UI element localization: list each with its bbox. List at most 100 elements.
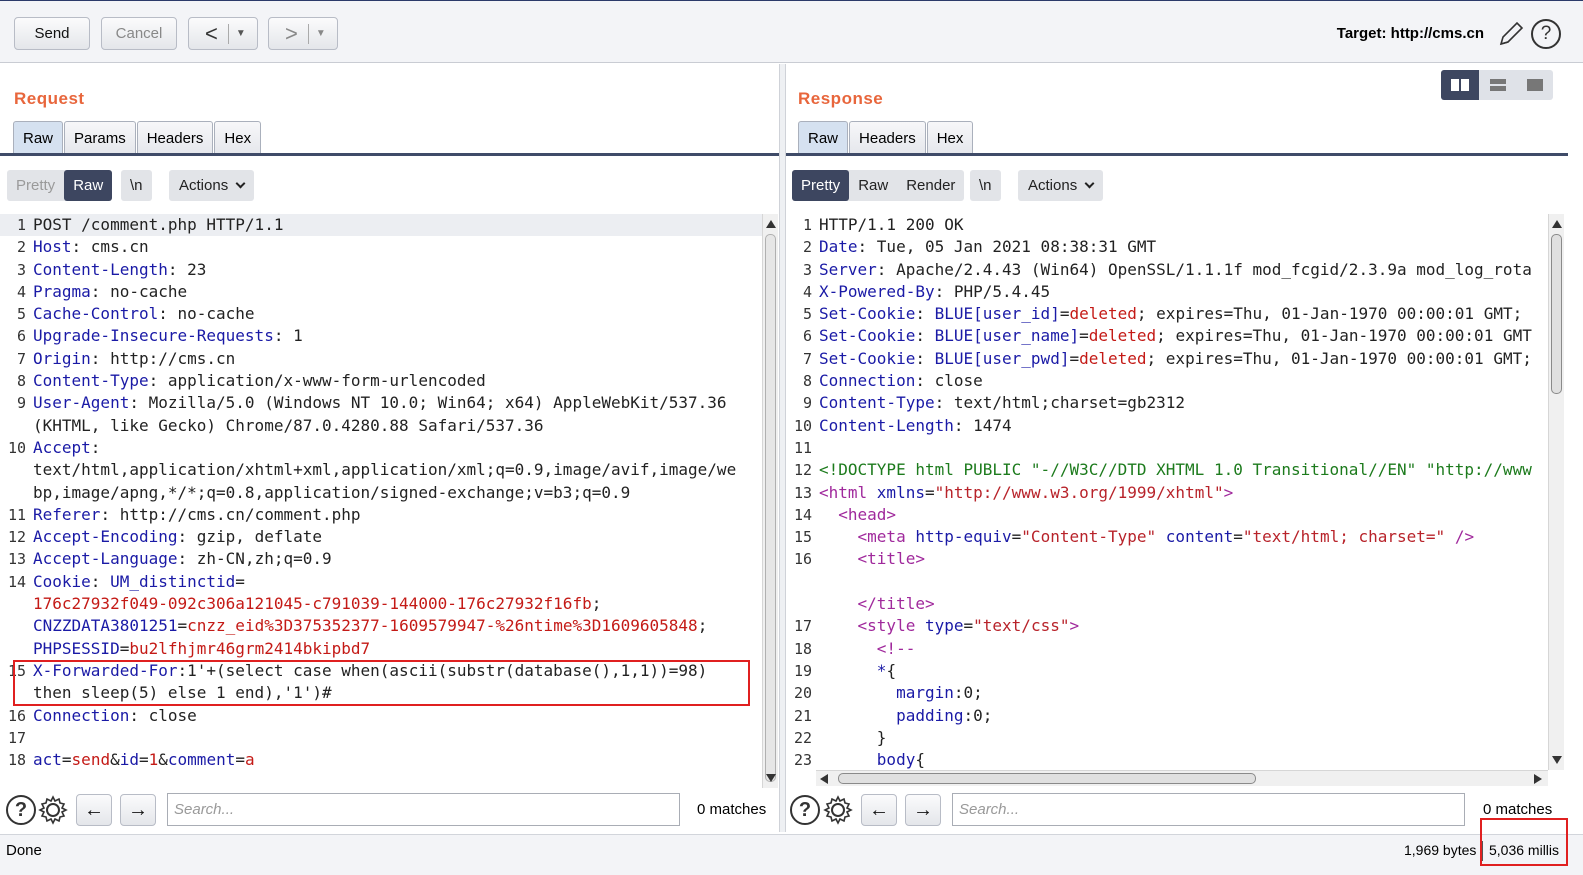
pencil-icon[interactable] [1497, 20, 1525, 48]
request-gear-icon[interactable] [37, 794, 69, 826]
response-actions-menu[interactable]: Actions [1018, 170, 1104, 201]
line-text: Connection: close [819, 370, 983, 392]
token: : close [129, 705, 197, 725]
response-editor[interactable]: 1 HTTP/1.1 200 OK 2 Date: Tue, 05 Jan 2021 … [786, 214, 1548, 770]
request-tab-rule [0, 153, 779, 156]
request-tab-params[interactable]: Params [64, 121, 136, 154]
request-tab-raw[interactable]: Raw [13, 121, 64, 154]
line-number: 21 [793, 706, 812, 725]
token: deleted [1088, 326, 1157, 346]
request-tab-hex[interactable]: Hex [214, 121, 262, 154]
response-gear-icon[interactable] [822, 794, 854, 826]
code-line: 21 padding:0; [786, 705, 1548, 727]
line-number: 4 [16, 282, 26, 301]
history-forward-button[interactable]: > ▼ [268, 17, 338, 50]
response-search-next-button[interactable]: → [905, 794, 941, 826]
cancel-button[interactable]: Cancel [101, 17, 177, 50]
response-tab-hex[interactable]: Hex [926, 121, 974, 154]
actions-label: Actions [1018, 170, 1103, 201]
rows-icon [1489, 79, 1506, 91]
code-line: 16 Connection: close [0, 705, 763, 727]
response-mode-raw[interactable]: Raw [849, 170, 897, 201]
response-newline-toggle[interactable]: \n [970, 170, 1001, 201]
line-number: 22 [793, 728, 812, 747]
scroll-down-arrow[interactable] [1552, 756, 1562, 764]
panel-splitter[interactable] [779, 64, 786, 832]
scroll-up-arrow[interactable] [766, 220, 776, 228]
scroll-left-arrow[interactable] [820, 774, 828, 784]
code-line: 6 Set-Cookie: BLUE[user_name]=deleted; ex… [786, 325, 1548, 347]
target-label[interactable]: Target: http://cms.cn [1337, 25, 1484, 42]
chevron-down-icon [1084, 178, 1095, 189]
line-number: 4 [802, 282, 812, 301]
response-search-input[interactable]: Search... [952, 793, 1465, 826]
send-button[interactable]: Send [14, 17, 90, 50]
scroll-thumb[interactable] [765, 234, 776, 782]
line-number: 17 [7, 728, 26, 747]
token: } [819, 727, 887, 747]
code-line: 22 } [786, 727, 1548, 749]
scroll-thumb[interactable] [1551, 234, 1562, 394]
scroll-thumb[interactable] [838, 773, 1256, 784]
code-line: 5 Cache-Control: no-cache [0, 303, 763, 325]
code-line: (KHTML, like Gecko) Chrome/87.0.4280.88 … [0, 415, 763, 437]
request-search-input[interactable]: Search... [167, 793, 680, 826]
request-mode-pretty[interactable]: Pretty [7, 170, 64, 201]
token: Content-Type [819, 393, 935, 413]
layout-stacked-button[interactable] [1479, 70, 1516, 100]
payload-highlight [13, 660, 750, 706]
token: Referer [33, 504, 101, 524]
response-search-prev-button[interactable]: ← [861, 794, 897, 826]
response-tab-headers[interactable]: Headers [849, 121, 926, 154]
token: : [90, 571, 111, 591]
response-time-highlight [1480, 818, 1568, 866]
response-mode-render[interactable]: Render [897, 170, 964, 201]
request-help-icon[interactable]: ? [6, 795, 36, 825]
request-newline-toggle[interactable]: \n [121, 170, 152, 201]
request-vertical-scrollbar[interactable] [762, 214, 778, 788]
token: BLUE[user_pwd] [934, 348, 1070, 368]
layout-side-by-side-button[interactable] [1441, 70, 1479, 100]
token: = [119, 638, 130, 658]
token: ; [591, 594, 602, 614]
request-tab-headers[interactable]: Headers [136, 121, 214, 154]
token: X-Powered-By [819, 281, 935, 301]
line-number: 3 [802, 260, 812, 279]
response-horizontal-scrollbar[interactable] [816, 770, 1548, 786]
line-number: 18 [7, 751, 26, 770]
token: Date [819, 237, 858, 257]
response-tab-raw[interactable]: Raw [798, 121, 849, 154]
history-back-button[interactable]: < ▼ [188, 17, 258, 50]
line-text: Set-Cookie: BLUE[user_pwd]=deleted; expi… [819, 348, 1532, 370]
request-mode-raw[interactable]: Raw [64, 170, 113, 201]
code-line: 1 HTTP/1.1 200 OK [786, 214, 1548, 236]
code-line: 14 <head> [786, 504, 1548, 526]
line-text: Connection: close [33, 705, 197, 727]
scroll-right-arrow[interactable] [1534, 774, 1542, 784]
token: = [963, 616, 974, 636]
line-text: <style type="text/css"> [819, 615, 1080, 637]
token: Set-Cookie [819, 304, 916, 324]
token: = [1233, 527, 1243, 547]
token: "text/css" [973, 616, 1070, 636]
token: = [61, 750, 72, 770]
response-vertical-scrollbar[interactable] [1548, 214, 1564, 770]
line-number: 9 [802, 394, 812, 413]
response-mode-pretty[interactable]: Pretty [792, 170, 850, 201]
help-icon[interactable]: ? [1531, 19, 1561, 49]
line-text: Upgrade-Insecure-Requests: 1 [33, 325, 303, 347]
code-line: 10 Accept: [0, 437, 763, 459]
request-actions-menu[interactable]: Actions [169, 170, 255, 201]
response-help-icon[interactable]: ? [790, 795, 820, 825]
request-search-next-button[interactable]: → [120, 794, 156, 826]
layout-tabs-button[interactable] [1516, 70, 1553, 100]
scroll-up-arrow[interactable] [1552, 220, 1562, 228]
chevron-down-icon: ▼ [315, 28, 326, 39]
request-search-prev-button[interactable]: ← [76, 794, 112, 826]
token: : Tue, 05 Jan 2021 08:38:31 GMT [857, 237, 1157, 257]
token: Content-Length [33, 259, 168, 279]
line-text: <html xmlns="http://www.w3.org/1999/xhtm… [819, 482, 1233, 504]
scroll-down-arrow[interactable] [766, 774, 776, 782]
